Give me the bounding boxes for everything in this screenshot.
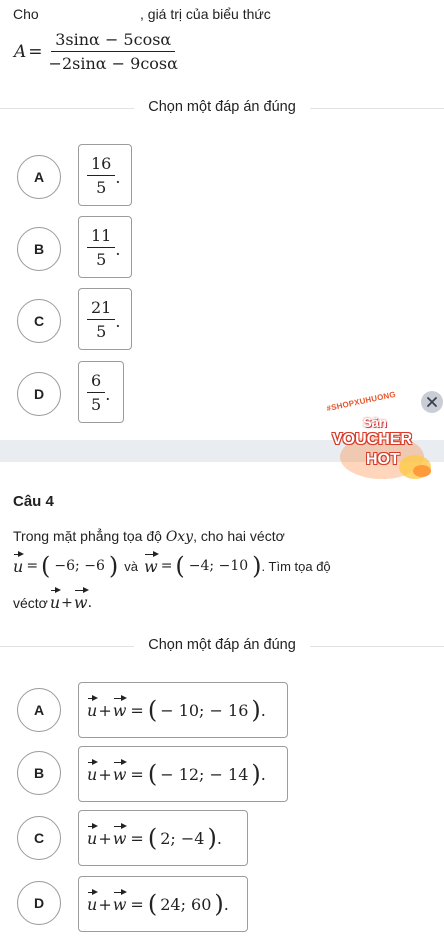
promo-close-icon[interactable] <box>421 391 443 413</box>
q4-option-d-radio[interactable]: D <box>17 881 61 925</box>
q4-option-c-answer[interactable]: u + w = (2; −4). <box>78 810 248 866</box>
q4-option-b-radio[interactable]: B <box>17 751 61 795</box>
question-4-title: Câu 4 <box>13 493 54 510</box>
option-d-fraction: 6 5 <box>87 371 106 414</box>
option-b-fraction: 11 5 <box>87 226 116 269</box>
choose-answer-label-4: Chọn một đáp án đúng <box>0 637 444 653</box>
q4-option-a-radio[interactable]: A <box>17 688 61 732</box>
promo-line-3: HOT <box>366 451 400 468</box>
q4-line2-end: . Tìm tọa độ <box>261 558 331 574</box>
expr-fraction: 3sinα − 5cosα −2sinα − 9cosα <box>45 30 182 73</box>
option-a-answer[interactable]: 16 5 . <box>78 144 132 206</box>
option-c-den: 5 <box>96 321 107 341</box>
voucher-promo-widget[interactable]: #SHOPXUHUONG Săn VOUCHER HOT <box>320 390 443 485</box>
vector-w-value: −4; −10 <box>188 558 249 574</box>
q4-option-d-answer[interactable]: u + w = (24; 60). <box>78 876 248 932</box>
option-d-den: 5 <box>91 394 102 414</box>
option-c-num: 21 <box>87 298 116 320</box>
question-3-suffix: , giá trị của biểu thức <box>140 6 271 22</box>
option-d-num: 6 <box>87 371 106 393</box>
option-c-radio[interactable]: C <box>17 299 61 343</box>
q4-option-a-answer[interactable]: u + w = (− 10; − 16). <box>78 682 288 738</box>
q4-line3-text: véctơ <box>13 594 48 611</box>
promo-line-1: Săn <box>363 415 387 430</box>
question-4-line-1: Trong mặt phẳng tọa độ Oxy, cho hai véct… <box>13 528 285 545</box>
option-a-radio[interactable]: A <box>17 155 61 199</box>
vector-u-symbol: u <box>13 550 25 576</box>
option-c-answer[interactable]: 21 5 . <box>78 288 132 350</box>
q4-option-a-value: − 10; − 16 <box>160 700 249 720</box>
option-a-num: 16 <box>87 154 116 176</box>
question-3-card: Cho , giá trị của biểu thức A = 3sinα − … <box>0 0 444 440</box>
expr-numerator: 3sinα − 5cosα <box>51 30 176 52</box>
expr-eq: = <box>28 41 43 62</box>
vector-u-value: −6; −6 <box>54 558 105 574</box>
q4-option-c-value: 2; −4 <box>160 828 205 848</box>
question-3-prefix: Cho <box>13 6 39 22</box>
option-a-fraction: 16 5 <box>87 154 116 197</box>
q4-option-d-value: 24; 60 <box>160 894 212 914</box>
question-4-line-3: véctơ u + w. <box>13 587 93 612</box>
expression-A: A = 3sinα − 5cosα −2sinα − 9cosα <box>14 30 182 73</box>
q4-option-b-value: − 12; − 14 <box>160 764 249 784</box>
expr-denominator: −2sinα − 9cosα <box>48 54 178 73</box>
expr-lhs: A <box>14 41 27 62</box>
option-b-num: 11 <box>87 226 116 248</box>
option-d-radio[interactable]: D <box>17 372 61 416</box>
choose-answer-label-3: Chọn một đáp án đúng <box>0 99 444 115</box>
q4-line3-w: w <box>73 587 89 612</box>
option-b-answer[interactable]: 11 5 . <box>78 216 132 278</box>
q4-line1-text-b: , cho hai véctơ <box>193 528 285 544</box>
promo-line-2: VOUCHER <box>332 431 413 448</box>
vector-w-symbol: w <box>143 550 159 576</box>
and-word: và <box>124 558 138 574</box>
q4-line1-text: Trong mặt phẳng tọa độ <box>13 528 162 544</box>
question-4-line-2: u = (−6; −6) và w = (−4; −10) . Tìm tọa … <box>13 550 331 580</box>
q4-oxy: Oxy <box>165 529 194 545</box>
option-d-answer[interactable]: 6 5 . <box>78 361 124 423</box>
q4-line3-u: u <box>49 587 62 612</box>
q4-option-b-answer[interactable]: u + w = (− 12; − 14). <box>78 746 288 802</box>
q4-option-c-radio[interactable]: C <box>17 816 61 860</box>
option-a-den: 5 <box>96 177 107 197</box>
option-b-radio[interactable]: B <box>17 227 61 271</box>
option-c-fraction: 21 5 <box>87 298 116 341</box>
option-b-den: 5 <box>96 249 107 269</box>
